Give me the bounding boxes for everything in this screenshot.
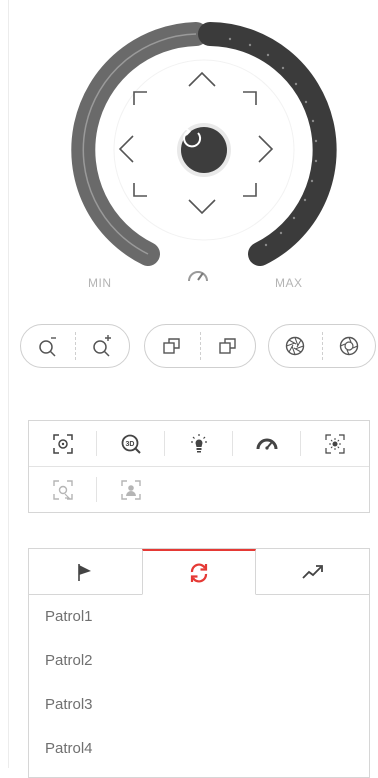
region-focus-icon <box>53 433 73 454</box>
3d-zoom-button[interactable]: 3D <box>97 421 165 466</box>
chevron-down-icon <box>188 199 216 215</box>
pan-right-button[interactable] <box>257 134 291 168</box>
ptz-dial <box>70 16 338 284</box>
patrol-refresh-icon <box>190 563 208 582</box>
tab-preset[interactable] <box>29 549 142 595</box>
tab-pattern[interactable] <box>256 549 370 595</box>
zoom-control-group <box>20 324 130 368</box>
speedometer-icon <box>186 266 210 284</box>
light-icon <box>191 433 207 452</box>
refresh-icon <box>183 127 202 148</box>
speed-gauge-icon <box>256 438 278 450</box>
patrol-item[interactable]: Patrol2 <box>29 639 369 683</box>
corner-down-right-icon <box>243 183 257 197</box>
focus-far-icon <box>219 338 236 354</box>
svg-text:3D: 3D <box>126 441 135 448</box>
wiper-button[interactable] <box>301 421 369 466</box>
light-button[interactable] <box>165 421 233 466</box>
speed-button[interactable] <box>233 421 301 466</box>
panel-edge <box>8 0 9 768</box>
pan-down-left-button[interactable] <box>132 182 166 216</box>
corner-down-left-icon <box>133 183 147 197</box>
flag-icon <box>78 563 92 581</box>
tab-patrol[interactable] <box>141 549 257 595</box>
pan-down-button[interactable] <box>187 198 221 232</box>
ptz-tools-grid: 3D <box>28 420 370 513</box>
pan-up-button[interactable] <box>187 70 221 104</box>
person-frame-icon <box>121 479 141 500</box>
zoom-out-icon <box>39 337 56 357</box>
auto-focus-button[interactable] <box>29 467 97 512</box>
pan-up-right-button[interactable] <box>242 90 276 124</box>
zoom-in-icon <box>93 335 112 357</box>
corner-up-right-icon <box>243 91 257 105</box>
tab-bar <box>29 549 370 595</box>
zoom-in-button[interactable] <box>76 325 130 367</box>
pan-up-left-button[interactable] <box>132 90 166 124</box>
iris-open-button[interactable] <box>323 325 376 367</box>
focus-near-icon <box>163 338 180 354</box>
pan-down-right-button[interactable] <box>242 182 276 216</box>
focus-near-button[interactable] <box>145 325 200 367</box>
iris-control-group <box>268 324 376 368</box>
region-focus-button[interactable] <box>29 421 97 466</box>
iris-close-button[interactable] <box>269 325 322 367</box>
iris-open-icon <box>339 336 358 356</box>
corner-up-left-icon <box>133 91 147 105</box>
preset-patrol-panel: Patrol1 Patrol2 Patrol3 Patrol4 <box>28 548 370 778</box>
iris-close-icon <box>286 336 305 356</box>
chevron-up-icon <box>188 71 216 87</box>
trend-icon <box>302 564 323 579</box>
patrol-item[interactable]: Patrol4 <box>29 727 369 771</box>
focus-far-button[interactable] <box>201 325 256 367</box>
auto-pan-button[interactable] <box>181 127 227 173</box>
zoom-max-label: MAX <box>275 276 303 290</box>
patrol-item[interactable]: Patrol3 <box>29 683 369 727</box>
patrol-item[interactable]: Patrol1 <box>29 595 369 639</box>
auto-focus-icon <box>53 479 73 500</box>
lens-init-button[interactable] <box>97 467 165 512</box>
chevron-right-icon <box>258 135 274 163</box>
3d-zoom-icon: 3D <box>121 434 141 454</box>
pan-left-button[interactable] <box>117 134 151 168</box>
zoom-min-label: MIN <box>88 276 112 290</box>
zoom-out-button[interactable] <box>21 325 75 367</box>
chevron-left-icon <box>118 135 134 163</box>
wiper-icon <box>325 433 345 454</box>
patrol-list: Patrol1 Patrol2 Patrol3 Patrol4 <box>29 595 369 771</box>
focus-control-group <box>144 324 256 368</box>
